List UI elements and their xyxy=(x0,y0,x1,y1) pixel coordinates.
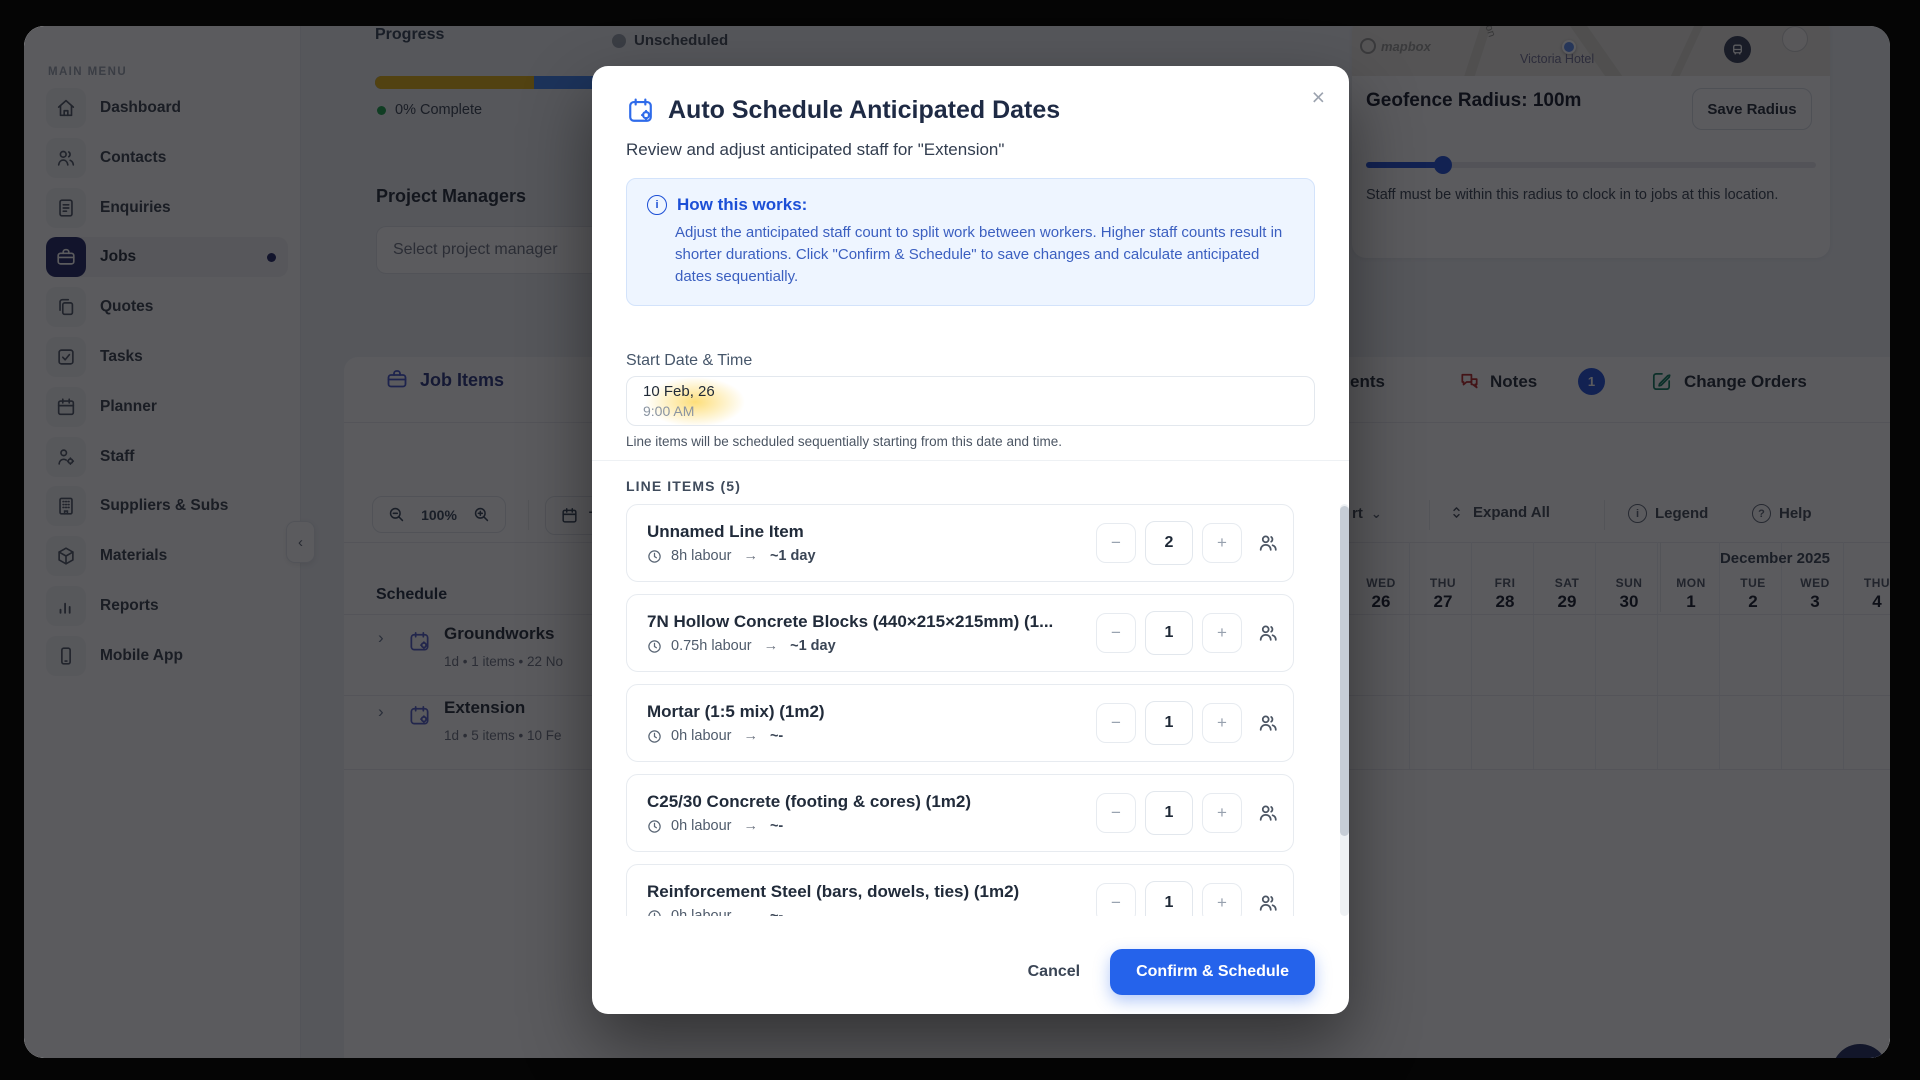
line-item-row: Mortar (1:5 mix) (1m2) 0h labour → ~- − … xyxy=(626,684,1294,762)
line-item-row: 7N Hollow Concrete Blocks (440×215×215mm… xyxy=(626,594,1294,672)
scrollbar-thumb[interactable] xyxy=(1340,506,1349,836)
duration: ~- xyxy=(770,818,783,834)
modal-title: Auto Schedule Anticipated Dates xyxy=(668,96,1060,125)
decrement-staff-button[interactable]: − xyxy=(1096,523,1136,563)
duration: ~- xyxy=(770,728,783,744)
duration: ~1 day xyxy=(770,548,816,564)
staff-count[interactable]: 1 xyxy=(1145,791,1193,835)
cancel-button[interactable]: Cancel xyxy=(1028,963,1080,981)
decrement-staff-button[interactable]: − xyxy=(1096,793,1136,833)
staff-icon[interactable] xyxy=(1257,802,1279,824)
start-time-value: 9:00 AM xyxy=(643,402,1298,421)
line-item-row: Reinforcement Steel (bars, dowels, ties)… xyxy=(626,864,1294,916)
arrow-icon: → xyxy=(743,548,758,564)
arrow-icon: → xyxy=(764,638,779,654)
close-icon[interactable]: × xyxy=(1312,86,1325,109)
increment-staff-button[interactable]: + xyxy=(1202,523,1242,563)
duration: ~- xyxy=(770,908,783,916)
confirm-schedule-button[interactable]: Confirm & Schedule xyxy=(1110,949,1315,995)
staff-count[interactable]: 1 xyxy=(1145,701,1193,745)
scrollbar[interactable] xyxy=(1340,504,1349,916)
staff-count[interactable]: 2 xyxy=(1145,521,1193,565)
decrement-staff-button[interactable]: − xyxy=(1096,703,1136,743)
increment-staff-button[interactable]: + xyxy=(1202,613,1242,653)
calendar-gear-icon xyxy=(626,96,655,125)
info-icon: i xyxy=(647,195,667,215)
decrement-staff-button[interactable]: − xyxy=(1096,613,1136,653)
staff-count[interactable]: 1 xyxy=(1145,881,1193,916)
clock-icon xyxy=(647,639,662,654)
line-item-title: Mortar (1:5 mix) (1m2) xyxy=(647,702,825,722)
start-date-label: Start Date & Time xyxy=(626,352,752,370)
labour-hours: 0h labour xyxy=(671,728,731,744)
start-date-helper: Line items will be scheduled sequentiall… xyxy=(626,434,1062,449)
start-date-value: 10 Feb, 26 xyxy=(643,382,1298,402)
confirm-schedule-label: Confirm & Schedule xyxy=(1136,963,1289,981)
auto-schedule-modal: × Auto Schedule Anticipated Dates Review… xyxy=(592,66,1349,1014)
clock-icon xyxy=(647,819,662,834)
callout-heading: How this works: xyxy=(677,195,807,215)
line-item-title: Reinforcement Steel (bars, dowels, ties)… xyxy=(647,882,1019,902)
callout-body: Adjust the anticipated staff count to sp… xyxy=(675,222,1285,289)
staff-icon[interactable] xyxy=(1257,892,1279,914)
line-item-title: C25/30 Concrete (footing & cores) (1m2) xyxy=(647,792,971,812)
line-item-row: Unnamed Line Item 8h labour → ~1 day − 2… xyxy=(626,504,1294,582)
staff-count[interactable]: 1 xyxy=(1145,611,1193,655)
increment-staff-button[interactable]: + xyxy=(1202,793,1242,833)
duration: ~1 day xyxy=(790,638,836,654)
labour-hours: 0h labour xyxy=(671,818,731,834)
labour-hours: 8h labour xyxy=(671,548,731,564)
labour-hours: 0h labour xyxy=(671,908,731,916)
increment-staff-button[interactable]: + xyxy=(1202,703,1242,743)
line-item-title: Unnamed Line Item xyxy=(647,522,816,542)
screen: MAIN MENU Dashboard Contacts Enquiries J… xyxy=(0,0,1920,1080)
clock-icon xyxy=(647,729,662,744)
increment-staff-button[interactable]: + xyxy=(1202,883,1242,916)
labour-hours: 0.75h labour xyxy=(671,638,752,654)
line-item-title: 7N Hollow Concrete Blocks (440×215×215mm… xyxy=(647,612,1053,632)
modal-subtitle: Review and adjust anticipated staff for … xyxy=(626,140,1004,160)
start-date-input[interactable]: 10 Feb, 26 9:00 AM xyxy=(626,376,1315,426)
clock-icon xyxy=(647,549,662,564)
decrement-staff-button[interactable]: − xyxy=(1096,883,1136,916)
arrow-icon: → xyxy=(743,908,758,916)
arrow-icon: → xyxy=(743,818,758,834)
arrow-icon: → xyxy=(743,728,758,744)
clock-icon xyxy=(647,909,662,917)
line-items-list[interactable]: Unnamed Line Item 8h labour → ~1 day − 2… xyxy=(626,504,1314,916)
modal-divider xyxy=(592,460,1349,461)
line-items-heading: LINE ITEMS (5) xyxy=(626,478,741,494)
staff-icon[interactable] xyxy=(1257,712,1279,734)
staff-icon[interactable] xyxy=(1257,532,1279,554)
staff-icon[interactable] xyxy=(1257,622,1279,644)
how-this-works-callout: i How this works: Adjust the anticipated… xyxy=(626,178,1315,306)
line-item-row: C25/30 Concrete (footing & cores) (1m2) … xyxy=(626,774,1294,852)
